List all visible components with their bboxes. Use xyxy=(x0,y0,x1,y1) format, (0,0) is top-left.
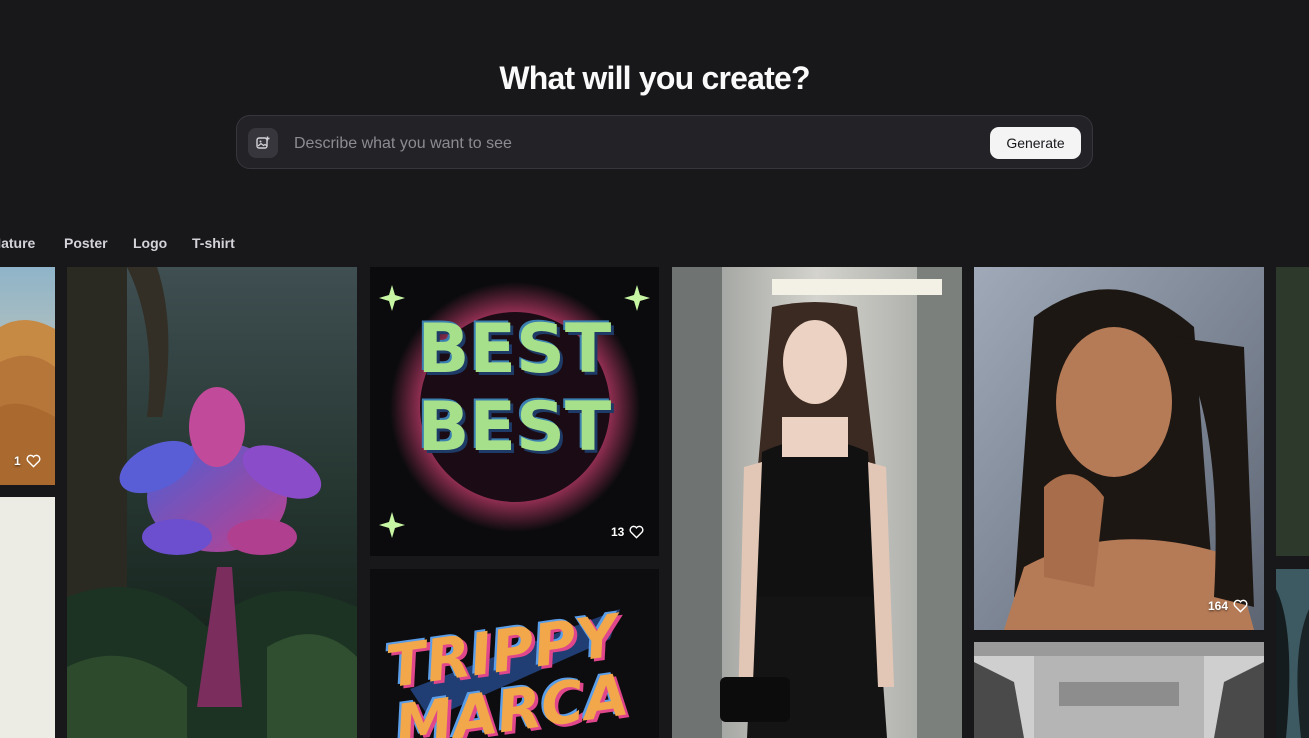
gallery-image-partial-green[interactable] xyxy=(1276,267,1309,556)
image-plus-icon xyxy=(256,136,270,149)
prompt-input[interactable] xyxy=(292,130,976,158)
heart-icon xyxy=(629,525,644,539)
gallery-image-woman-black-dress[interactable] xyxy=(672,267,962,738)
like-counter[interactable]: 164 xyxy=(1208,599,1248,613)
generate-button[interactable]: Generate xyxy=(990,127,1081,159)
gallery-image-portrait[interactable]: 164 xyxy=(974,267,1264,630)
like-count: 1 xyxy=(14,454,21,468)
tab-logo[interactable]: Logo xyxy=(133,235,167,251)
tab-nature[interactable]: Nature xyxy=(0,235,35,251)
like-count: 164 xyxy=(1208,599,1229,613)
tab-poster[interactable]: Poster xyxy=(64,235,108,251)
gallery-image-building[interactable] xyxy=(974,642,1264,738)
poster-text-line1: BEST xyxy=(417,310,612,389)
gallery-image-best-poster[interactable]: BEST BEST 13 xyxy=(370,267,659,556)
heart-icon xyxy=(1233,599,1248,613)
poster-text-line2: BEST xyxy=(417,388,612,467)
gallery-image-jungle-flower[interactable] xyxy=(67,267,357,738)
heart-icon xyxy=(26,454,41,468)
like-counter[interactable]: 1 xyxy=(14,454,41,468)
prompt-bar: Generate xyxy=(236,115,1093,169)
page-title: What will you create? xyxy=(499,60,810,96)
gallery-image-plain[interactable] xyxy=(0,497,55,738)
gallery-image-partial-tree[interactable] xyxy=(1276,569,1309,738)
like-count: 13 xyxy=(611,525,625,539)
gallery-image-trippy-poster[interactable]: TRIPPY MARCA xyxy=(370,569,659,738)
gallery-image-desert[interactable]: 1 xyxy=(0,267,55,485)
image-upload-button[interactable] xyxy=(248,128,278,158)
like-counter[interactable]: 13 xyxy=(611,525,644,539)
tab-tshirt[interactable]: T-shirt xyxy=(192,235,235,251)
